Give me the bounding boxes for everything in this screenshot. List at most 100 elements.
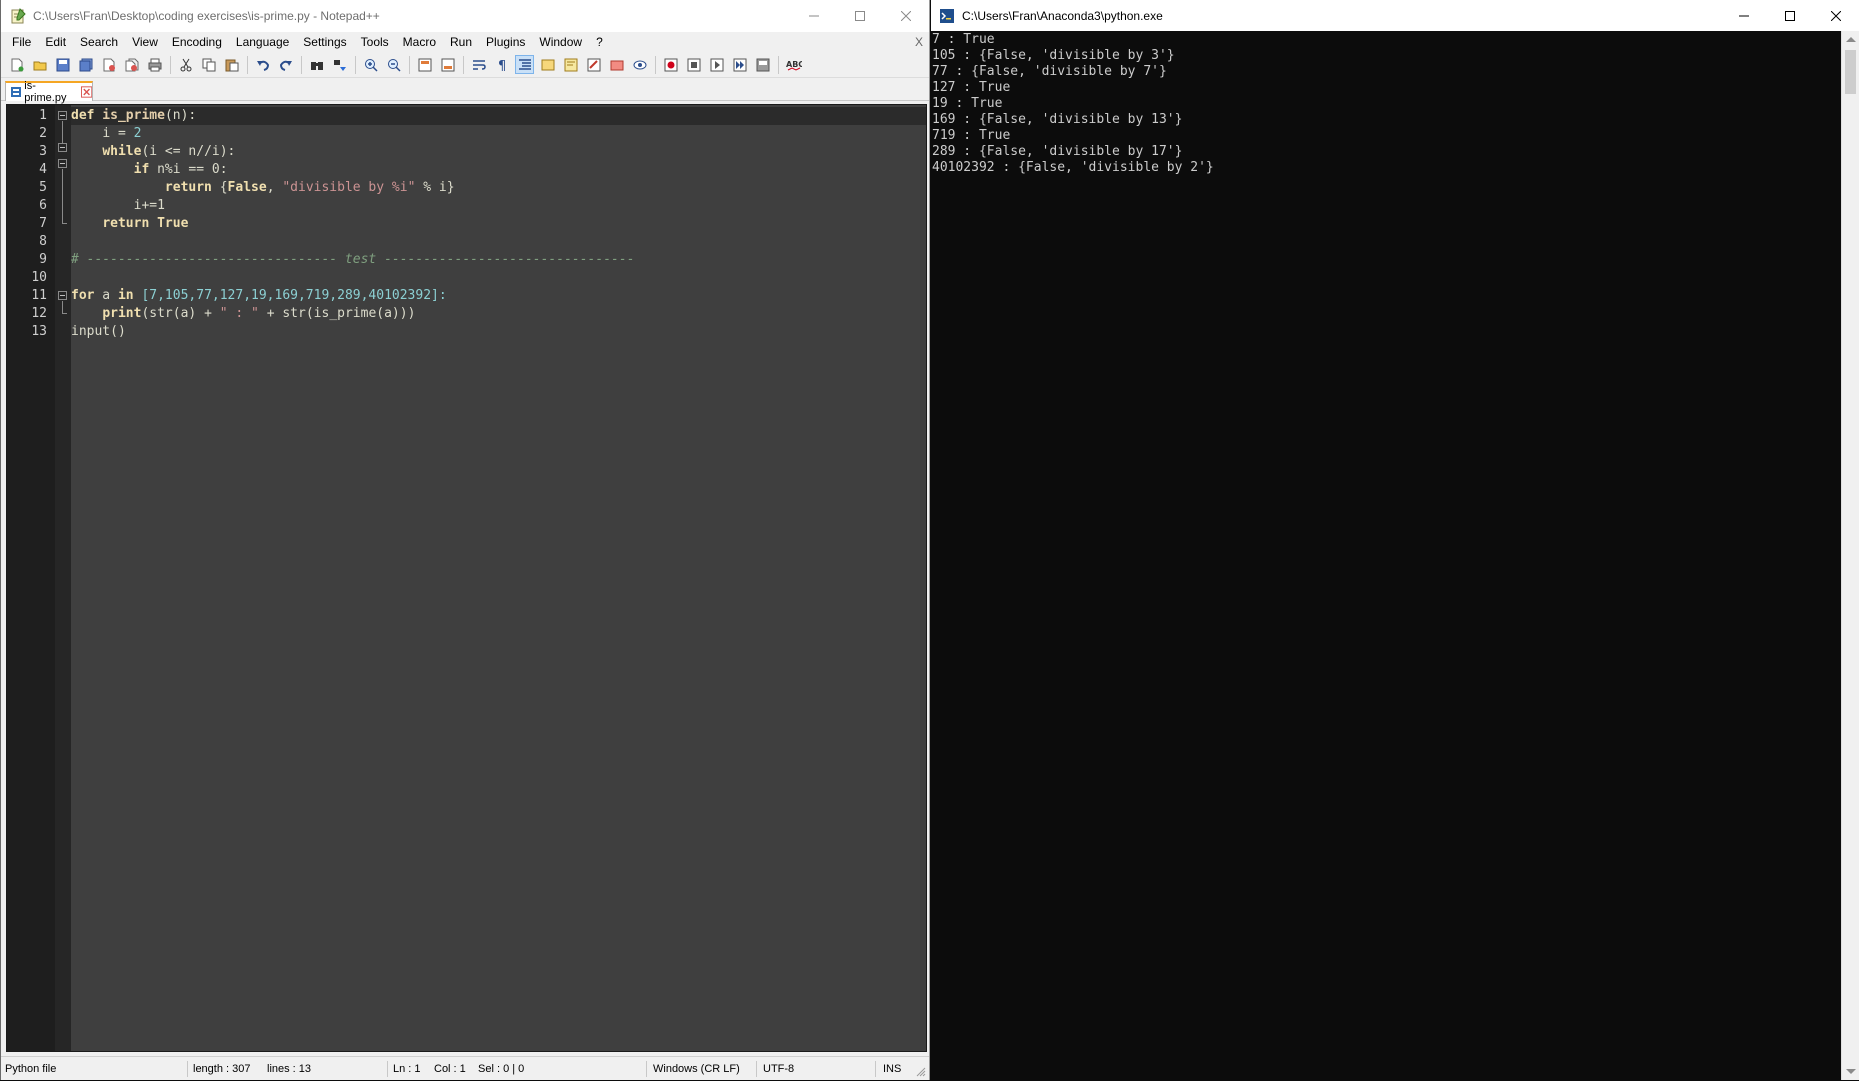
spell-check-button[interactable]: ABC [784,55,803,74]
editor-title-bar[interactable]: C:\Users\Fran\Desktop\coding exercises\i… [1,0,929,32]
function-list-button[interactable] [584,55,603,74]
line-number: 5 [39,180,47,195]
menu-plugins[interactable]: Plugins [479,32,532,52]
menu-macro[interactable]: Macro [396,32,443,52]
line-number: 7 [39,216,47,231]
folder-workspace-icon [610,60,623,70]
menu-file[interactable]: File [5,32,38,52]
menu-language[interactable]: Language [229,32,296,52]
console-title-bar[interactable]: C:\Users\Fran\Anaconda3\python.exe [931,0,1859,31]
paste-icon [225,59,238,71]
stop-record-button[interactable] [684,55,703,74]
code-editor[interactable]: 1 2 3 4 5 6 7 8 9 10 11 12 13 def is_pri… [6,104,927,1052]
zoom-in-button[interactable] [361,55,380,74]
new-file-icon [11,58,23,71]
monitoring-button[interactable] [630,55,649,74]
print-button[interactable] [145,55,164,74]
menu-tools[interactable]: Tools [354,32,396,52]
menu-window[interactable]: Window [532,32,589,52]
redo-button[interactable] [276,55,295,74]
indent-guide-icon [518,58,531,70]
fold-toggle[interactable] [58,143,67,152]
copy-button[interactable] [199,55,218,74]
run-multiple-button[interactable] [730,55,749,74]
close-button[interactable] [99,55,118,74]
folder-workspace-button[interactable] [607,55,626,74]
function-list-icon [587,58,600,71]
code-line-1: def is_prime(n): [71,108,197,123]
close-document-button[interactable]: X [915,32,923,52]
code-line-13: input() [71,324,126,339]
sync-horizontal-icon [441,58,454,71]
tab-label: is-prime.py [24,80,67,104]
console-close-button[interactable] [1813,0,1859,32]
line-number-gutter: 1 2 3 4 5 6 7 8 9 10 11 12 13 [7,105,55,1051]
cut-button[interactable] [176,55,195,74]
fold-toggle[interactable] [58,159,67,168]
menu-view[interactable]: View [125,32,165,52]
line-number: 11 [31,288,47,303]
menu-edit[interactable]: Edit [38,32,73,52]
console-output[interactable]: 7 : True 105 : {False, 'divisible by 3'}… [931,31,1841,1080]
menu-run[interactable]: Run [443,32,479,52]
scrollbar-thumb[interactable] [1845,50,1856,94]
show-all-chars-button[interactable]: ¶ [492,55,511,74]
new-file-button[interactable] [7,55,26,74]
fold-toggle[interactable] [58,291,67,300]
code-text-area[interactable]: def is_prime(n): i = 2 while(i <= n//i):… [71,105,926,1051]
word-wrap-button[interactable] [469,55,488,74]
close-all-button[interactable] [122,55,141,74]
console-minimize-button[interactable] [1721,0,1767,32]
tab-close-icon[interactable] [80,86,93,98]
zoom-out-icon [387,58,401,72]
menu-settings[interactable]: Settings [296,32,353,52]
save-macro-button[interactable] [753,55,772,74]
play-macro-icon [710,58,723,71]
console-window-title: C:\Users\Fran\Anaconda3\python.exe [962,8,1163,23]
undo-button[interactable] [253,55,272,74]
python-app-icon [940,8,954,23]
document-map-button[interactable] [561,55,580,74]
save-all-button[interactable] [76,55,95,74]
tab-is-prime[interactable]: is-prime.py [5,80,93,104]
scroll-up-icon[interactable] [1846,37,1856,42]
open-file-icon [33,61,46,70]
maximize-icon [855,11,865,21]
minimize-icon [809,15,819,17]
close-window-button[interactable] [883,0,929,32]
save-button[interactable] [53,55,72,74]
console-line: 719 : True [932,128,1011,143]
code-line-4: if n%i == 0: [133,162,228,177]
sync-vertical-button[interactable] [415,55,434,74]
word-wrap-icon [472,59,486,70]
maximize-button[interactable] [837,0,883,32]
cut-icon [180,58,191,71]
scroll-down-icon[interactable] [1846,1069,1856,1074]
menu-encoding[interactable]: Encoding [165,32,229,52]
toolbar: ¶ ABC [1,52,929,78]
open-file-button[interactable] [30,55,49,74]
save-icon [56,58,69,71]
minimize-button[interactable] [791,0,837,32]
replace-button[interactable] [330,55,349,74]
fold-toggle[interactable] [58,111,67,120]
play-macro-button[interactable] [707,55,726,74]
run-multiple-icon [733,58,746,71]
resize-grip-icon[interactable] [916,1067,926,1077]
sync-horizontal-button[interactable] [438,55,457,74]
console-maximize-button[interactable] [1767,0,1813,32]
find-button[interactable] [307,55,326,74]
menu-search[interactable]: Search [73,32,125,52]
code-line-6: i+=1 [133,198,165,213]
indent-guide-button[interactable] [515,55,534,74]
console-line: 77 : {False, 'divisible by 7'} [932,64,1167,79]
menu-help[interactable]: ? [589,32,610,52]
record-macro-button[interactable] [661,55,680,74]
paste-button[interactable] [222,55,241,74]
record-macro-icon [664,58,677,71]
console-scrollbar[interactable] [1841,31,1859,1080]
fold-margin [55,105,71,1051]
zoom-out-button[interactable] [384,55,403,74]
udl-button[interactable] [538,55,557,74]
code-line-11: for a in [7,105,77,127,19,169,719,289,40… [71,288,447,303]
